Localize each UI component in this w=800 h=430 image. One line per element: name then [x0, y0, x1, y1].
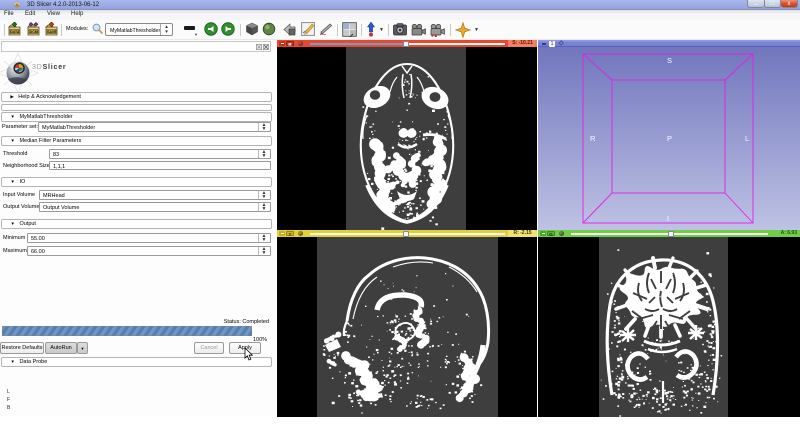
svg-text:I: I: [667, 214, 669, 223]
svg-text:S: S: [667, 56, 672, 65]
svg-text:L: L: [745, 134, 749, 143]
svg-text:DCM: DCM: [30, 30, 38, 34]
svg-text:SAVE: SAVE: [47, 30, 57, 34]
svg-text:DATA: DATA: [10, 30, 19, 34]
svg-text:R: R: [590, 134, 596, 143]
svg-text:P: P: [667, 134, 672, 143]
